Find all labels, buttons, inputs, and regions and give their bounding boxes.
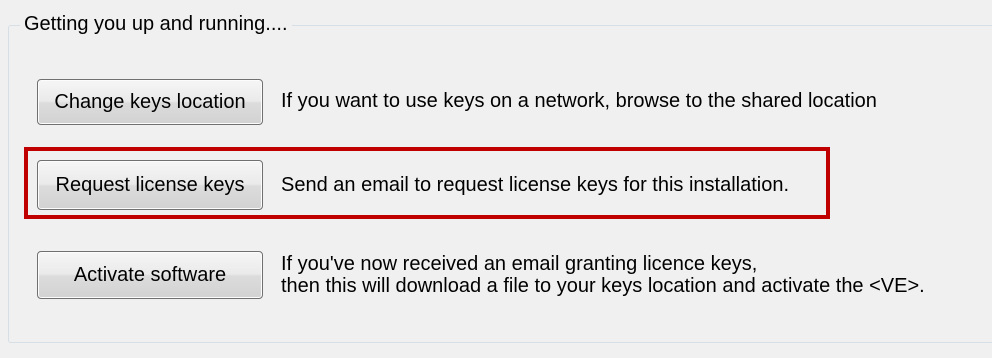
highlight-box	[24, 147, 830, 219]
activate-software-description-line-1: If you've now received an email granting…	[281, 253, 758, 275]
activate-software-description-line-2: then this will download a file to your k…	[281, 275, 925, 297]
activate-software-button[interactable]: Activate software	[37, 251, 263, 299]
change-keys-location-button[interactable]: Change keys location	[37, 79, 263, 125]
activate-software-description: If you've now received an email granting…	[281, 253, 925, 297]
group-title: Getting you up and running....	[20, 10, 292, 38]
change-keys-location-description: If you want to use keys on a network, br…	[281, 90, 877, 112]
